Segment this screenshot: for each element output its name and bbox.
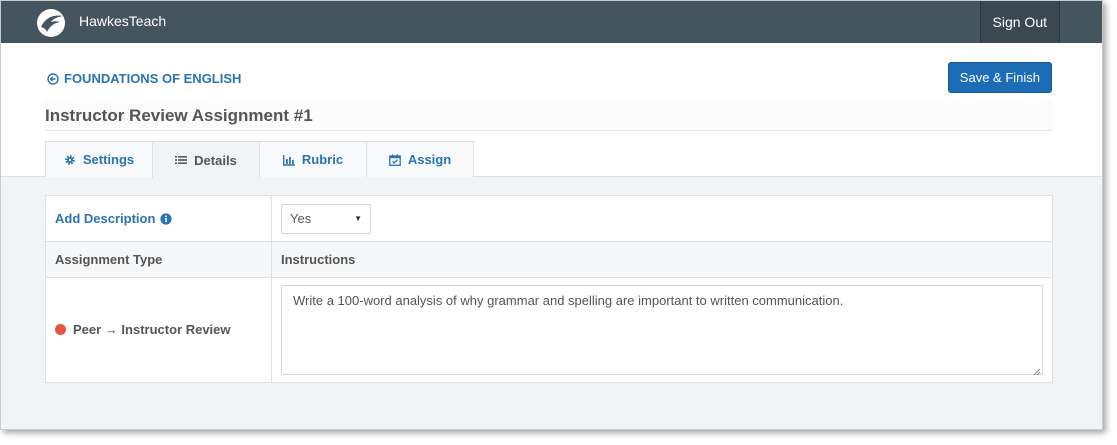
save-finish-button[interactable]: Save & Finish bbox=[947, 62, 1052, 93]
circle-arrow-left-icon bbox=[47, 72, 59, 85]
tab-details[interactable]: Details bbox=[152, 141, 260, 178]
tab-label: Rubric bbox=[301, 152, 344, 167]
table-header-row: Assignment Type Instructions bbox=[46, 242, 1052, 278]
assignment-type: Peer → Instructor Review bbox=[55, 322, 231, 337]
table-cell: Instructions bbox=[272, 242, 1052, 277]
add-description-text: Add Description bbox=[55, 211, 156, 226]
add-description-label[interactable]: Add Description bbox=[55, 211, 173, 226]
table-cell: Write a 100-word analysis of why grammar… bbox=[272, 278, 1052, 383]
gear-icon bbox=[65, 154, 75, 165]
status-dot-icon bbox=[55, 324, 66, 335]
title-bar: Instructor Review Assignment #1 bbox=[45, 101, 1052, 131]
resize-grip-icon[interactable] bbox=[1033, 368, 1041, 376]
details-panel: Add Description Yes ▼ Assignment Type In… bbox=[45, 195, 1053, 383]
add-description-row: Add Description Yes ▼ bbox=[46, 196, 1052, 242]
info-icon[interactable] bbox=[160, 212, 173, 225]
table-cell: Peer → Instructor Review bbox=[46, 278, 272, 383]
select-value: Yes bbox=[290, 211, 312, 226]
top-navbar: HawkesTeach Sign Out bbox=[1, 1, 1102, 43]
table-cell: Yes ▼ bbox=[272, 196, 1052, 241]
instructions-textarea[interactable]: Write a 100-word analysis of why grammar… bbox=[281, 285, 1043, 375]
back-to-course-link[interactable]: FOUNDATIONS OF ENGLISH bbox=[47, 71, 241, 86]
instructions-header: Instructions bbox=[281, 252, 356, 267]
app-window: HawkesTeach Sign Out FOUNDATIONS OF ENGL… bbox=[0, 0, 1103, 430]
list-icon bbox=[175, 156, 188, 164]
tab-bar: Settings Details Rubric Assign bbox=[45, 141, 474, 178]
hawk-logo-icon[interactable] bbox=[36, 8, 66, 38]
sign-out-button[interactable]: Sign Out bbox=[979, 1, 1060, 43]
tab-label: Assign bbox=[407, 152, 452, 167]
tab-label: Details bbox=[194, 152, 237, 168]
caret-down-icon: ▼ bbox=[354, 214, 362, 223]
table-cell: Assignment Type bbox=[46, 242, 272, 277]
tab-assign[interactable]: Assign bbox=[366, 141, 474, 177]
tab-rubric[interactable]: Rubric bbox=[259, 141, 367, 177]
back-link-label: FOUNDATIONS OF ENGLISH bbox=[64, 71, 242, 86]
table-row: Peer → Instructor Review Write a 100-wor… bbox=[46, 278, 1052, 383]
assignment-type-label: Peer → Instructor Review bbox=[73, 322, 231, 337]
bar-chart-icon bbox=[282, 154, 295, 166]
tab-label: Settings bbox=[82, 152, 135, 167]
page-title: Instructor Review Assignment #1 bbox=[45, 106, 313, 125]
add-description-select[interactable]: Yes ▼ bbox=[281, 204, 371, 234]
table-cell: Add Description bbox=[46, 196, 272, 241]
tab-settings[interactable]: Settings bbox=[45, 141, 153, 177]
assignment-header: FOUNDATIONS OF ENGLISH Save & Finish Ins… bbox=[1, 43, 1102, 178]
calendar-check-icon bbox=[388, 153, 401, 166]
assignment-type-header: Assignment Type bbox=[55, 252, 163, 267]
brand-name[interactable]: HawkesTeach bbox=[79, 13, 166, 29]
